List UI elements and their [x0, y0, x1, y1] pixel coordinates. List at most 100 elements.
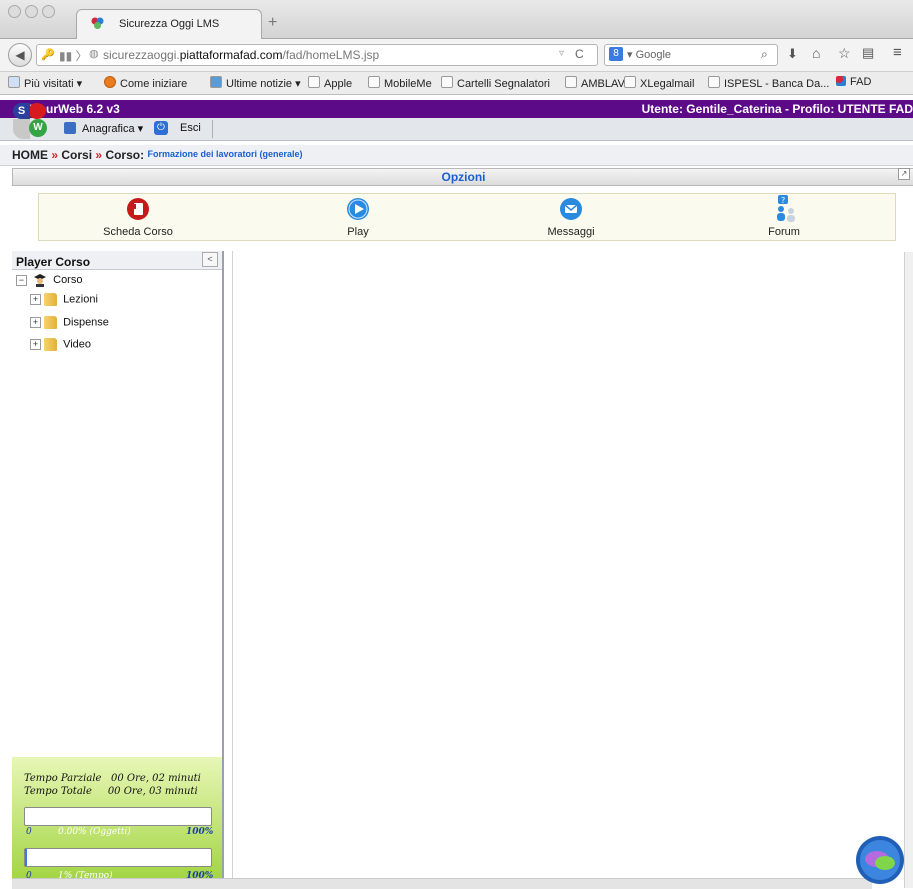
breadcrumb: HOME » Corsi » Corso: Formazione dei lav… [0, 145, 913, 166]
play-label: Play [347, 226, 369, 238]
objects-progress-bar [24, 807, 212, 826]
bookmarks-list-icon[interactable]: ▤ [862, 45, 874, 61]
svg-text:?: ? [781, 196, 785, 205]
tree-item-label: Dispense [63, 316, 109, 329]
site-favicon-icon [91, 17, 104, 29]
objects-progress-max: 100% [186, 827, 214, 837]
download-icon[interactable]: ⬇ [787, 46, 798, 62]
tree-item[interactable]: + Lezioni [30, 293, 98, 306]
star-bookmark-icon[interactable]: ☆ [838, 45, 851, 62]
messages-label: Messaggi [547, 226, 595, 238]
expand-node-icon[interactable]: + [30, 317, 41, 328]
power-icon[interactable]: ⏻ [154, 121, 168, 135]
course-card-label: Scheda Corso [103, 226, 173, 238]
objects-progress-text: 0.00% (Oggetti) [58, 827, 131, 837]
tab-title: Sicurezza Oggi LMS [119, 18, 220, 30]
bookmark-amblav[interactable]: AMBLAV [565, 76, 625, 90]
back-button[interactable]: ◀ [8, 43, 32, 67]
anagrafica-menu[interactable]: Anagrafica ▾ [82, 122, 143, 135]
course-card-icon [127, 198, 149, 220]
browser-tab[interactable]: Sicurezza Oggi LMS [76, 9, 262, 40]
bookmark-latest-news[interactable]: Ultime notizie ▾ [210, 76, 301, 90]
chat-bubble-icon[interactable] [855, 835, 905, 885]
search-icon[interactable]: ⌕ [761, 47, 768, 62]
tree-item[interactable]: + Video [30, 338, 91, 351]
collapse-node-icon[interactable]: − [16, 274, 27, 286]
app-header: SicurWeb 6.2 v3 Utente: Gentile_Caterina… [0, 100, 913, 118]
close-window-button[interactable] [8, 5, 21, 18]
player-panel-header: Player Corso < [12, 251, 222, 270]
new-tab-button[interactable]: + [268, 14, 277, 32]
time-progress-bar [24, 848, 212, 867]
bookmark-most-visited[interactable]: Più visitati ▾ [8, 76, 82, 90]
reload-icon[interactable]: C [575, 47, 584, 61]
page-icon [624, 76, 636, 88]
options-title-bar: Opzioni [12, 168, 913, 186]
url-text[interactable]: sicurezzaoggi.piattaformafad.com/fad/hom… [103, 48, 379, 62]
bookmark-ispesl[interactable]: ISPESL - Banca Da... [708, 76, 829, 90]
player-panel: Player Corso < − Corso + Lezioni + Dispe… [12, 251, 224, 886]
minimize-window-button[interactable] [25, 5, 38, 18]
options-panel: Scheda Corso Play Messaggi ? Forum [38, 193, 896, 241]
bookmark-getting-started[interactable]: Come iniziare [104, 76, 187, 90]
horizontal-scrollbar[interactable] [12, 878, 872, 889]
tree-item[interactable]: + Dispense [30, 316, 109, 329]
collapse-panel-button[interactable]: < [202, 252, 218, 267]
tree-root-label: Corso [53, 273, 83, 286]
calendar-grid-icon [64, 122, 76, 134]
url-bar[interactable]: 🔑 ▮▮ 〉 ◍ sicurezzaoggi.piattaformafad.co… [36, 44, 598, 66]
menu-icon[interactable]: ≡ [893, 44, 902, 61]
logo-s-badge: S [13, 103, 30, 119]
page-icon [441, 76, 453, 88]
home-icon[interactable]: ⌂ [812, 45, 820, 61]
toolbar-divider [212, 120, 213, 138]
play-icon [347, 198, 369, 220]
forum-label: Forum [768, 226, 800, 238]
total-time-row: Tempo Totale 00 Ore, 03 minuti [24, 786, 198, 797]
page-icon [368, 76, 380, 88]
bookmark-mobileme[interactable]: MobileMe [368, 76, 432, 90]
bookmark-folder-icon: ▮▮ 〉 [59, 49, 88, 63]
options-title: Opzioni [441, 170, 486, 184]
bookmark-xlegalmail[interactable]: XLegalmail [624, 76, 694, 90]
objects-progress-min: 0 [26, 827, 32, 837]
bookmark-folder-icon [8, 76, 20, 88]
tree-item-label: Video [63, 338, 91, 351]
breadcrumb-separator: » [95, 148, 103, 162]
bookmark-cartelli[interactable]: Cartelli Segnalatori [441, 76, 550, 90]
folder-icon [44, 316, 57, 329]
user-info: Utente: Gentile_Caterina - Profilo: UTEN… [641, 102, 913, 116]
browser-title-bar: Sicurezza Oggi LMS + [0, 0, 913, 40]
breadcrumb-corsi[interactable]: Corsi [61, 148, 92, 162]
breadcrumb-corso-label: Corso: [105, 148, 145, 162]
course-content-area[interactable] [232, 251, 913, 886]
tree-item-label: Lezioni [63, 293, 98, 306]
firefox-icon [104, 76, 116, 88]
fad-icon [836, 76, 846, 86]
bookmark-fad[interactable]: FAD [836, 76, 871, 88]
tree-root[interactable]: − Corso [16, 273, 82, 287]
player-panel-title: Player Corso [16, 255, 91, 269]
page-icon [308, 76, 320, 88]
search-engine-icon[interactable]: 8 [609, 47, 623, 61]
identity-icon[interactable]: 🔑 [41, 48, 55, 61]
bookmark-apple[interactable]: Apple [308, 76, 352, 90]
expand-options-icon[interactable]: ↗ [898, 168, 910, 180]
rss-icon [210, 76, 222, 88]
search-bar[interactable]: 8 ▾ Google ⌕ [604, 44, 778, 66]
breadcrumb-home[interactable]: HOME [12, 148, 48, 162]
breadcrumb-course-name[interactable]: Formazione dei lavoratori (generale) [147, 149, 302, 159]
folder-icon [44, 338, 57, 351]
time-panel: Tempo Parziale 00 Ore, 02 minuti Tempo T… [12, 757, 222, 886]
globe-icon: ◍ [89, 48, 99, 60]
expand-node-icon[interactable]: + [30, 339, 41, 350]
search-placeholder: ▾ Google [627, 49, 672, 61]
vertical-scrollbar[interactable] [904, 252, 913, 888]
breadcrumb-separator: » [51, 148, 59, 162]
logout-button[interactable]: Esci [180, 122, 201, 134]
logo-red-circle [28, 103, 46, 119]
page-icon [565, 76, 577, 88]
zoom-window-button[interactable] [42, 5, 55, 18]
dropdown-arrow-icon[interactable]: ▿ [559, 48, 564, 59]
expand-node-icon[interactable]: + [30, 294, 41, 305]
